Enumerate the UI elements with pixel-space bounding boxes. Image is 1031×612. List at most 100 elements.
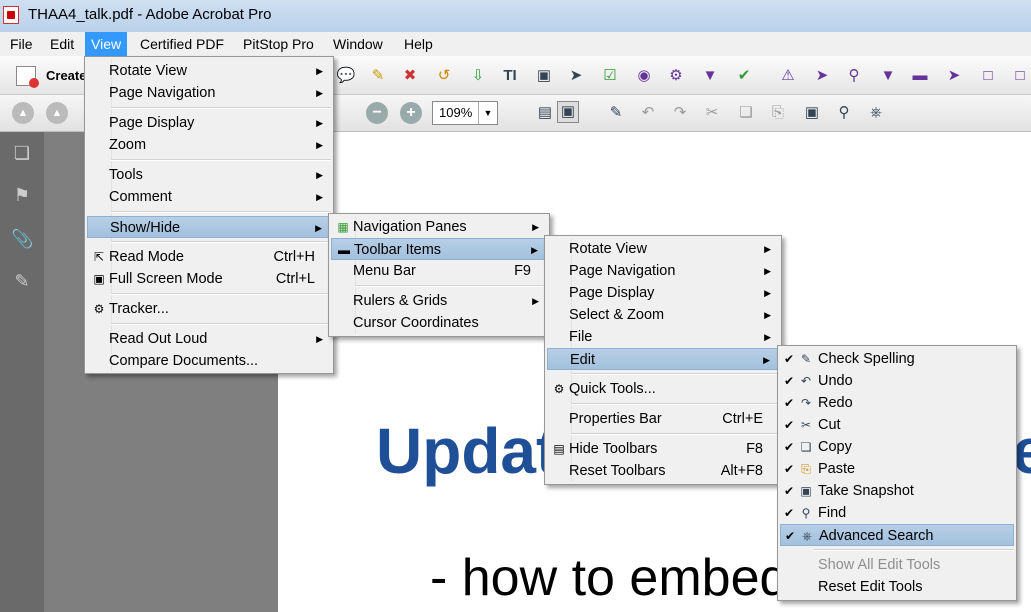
view-page-navigation[interactable]: Page Navigation ▶ — [87, 82, 331, 104]
checkbox-icon[interactable]: ☑ — [600, 66, 620, 86]
ruler-icon[interactable]: ▬ — [910, 66, 930, 86]
hide-toolbars-icon: ▤ — [553, 442, 565, 456]
advanced-search-icon[interactable]: ⎈ — [866, 103, 886, 123]
menu-file[interactable]: File — [4, 32, 39, 56]
view-tracker[interactable]: ⚙ Tracker... — [87, 298, 331, 320]
zoom-level-field[interactable]: 109% ▼ — [432, 101, 498, 125]
view-zoom[interactable]: Zoom ▶ — [87, 134, 331, 156]
create-pdf-icon — [16, 66, 39, 88]
view-read-mode[interactable]: ⇱ Read Mode Ctrl+H — [87, 246, 331, 268]
prev-page-icon[interactable]: ▲ — [46, 102, 68, 124]
view-read-out-loud[interactable]: Read Out Loud ▶ — [87, 328, 331, 350]
tbitems-select-zoom[interactable]: Select & Zoom ▶ — [547, 304, 779, 326]
tbitems-file[interactable]: File ▶ — [547, 326, 779, 348]
menu-separator — [111, 159, 331, 161]
showhide-rulers-grids[interactable]: Rulers & Grids ▶ — [331, 290, 547, 312]
showhide-cursor-coordinates[interactable]: Cursor Coordinates — [331, 312, 547, 334]
paste-icon[interactable]: ⎘ — [768, 103, 788, 123]
zoom-in-icon[interactable]: + — [400, 102, 422, 124]
first-page-icon[interactable]: ▲ — [12, 102, 34, 124]
fit-page-icon[interactable]: ▣ — [557, 101, 579, 123]
view-compare-documents[interactable]: Compare Documents... — [87, 350, 331, 372]
edit-check-spelling[interactable]: ✔ ✎ Check Spelling — [780, 348, 1014, 370]
arrow-tool-icon[interactable]: ➤ — [944, 66, 964, 86]
showhide-toolbar-items[interactable]: ▬ Toolbar Items ▶ — [331, 238, 547, 260]
insert-page-icon[interactable]: ⇩ — [468, 66, 488, 86]
create-button[interactable]: Create — [10, 62, 86, 90]
filter-icon[interactable]: ▼ — [700, 66, 720, 86]
pointer-icon[interactable]: ➤ — [812, 66, 832, 86]
view-comment[interactable]: Comment ▶ — [87, 186, 331, 208]
attachments-icon[interactable]: 📎 — [11, 228, 33, 250]
view-rotate-view[interactable]: Rotate View ▶ — [87, 60, 331, 82]
eyedropper-icon[interactable]: ▼ — [878, 66, 898, 86]
snapshot-icon[interactable]: ▣ — [802, 103, 822, 123]
submenu-arrow-icon: ▶ — [316, 66, 323, 76]
checkmark-icon: ✔ — [784, 396, 795, 410]
preflight-icon[interactable]: ✔ — [734, 66, 754, 86]
text-tool-icon[interactable]: TI — [500, 66, 520, 86]
select-arrow-icon[interactable]: ➤ — [566, 66, 586, 86]
menu-window[interactable]: Window — [327, 32, 389, 56]
show-hide-menu: ▦ Navigation Panes ▶ ▬ Toolbar Items ▶ Menu … — [328, 213, 550, 337]
showhide-menu-bar[interactable]: Menu Bar F9 — [331, 260, 547, 282]
bookmarks-icon[interactable]: ⚑ — [11, 184, 33, 206]
edit-redo[interactable]: ✔ ↷ Redo — [780, 392, 1014, 414]
edit-cut[interactable]: ✔ ✂ Cut — [780, 414, 1014, 436]
comment-icon[interactable]: 💬 — [336, 66, 356, 86]
pages-icon[interactable]: ❏ — [11, 142, 33, 164]
edit-advanced-search[interactable]: ✔ ⎈ Advanced Search — [780, 524, 1014, 546]
view-page-display[interactable]: Page Display ▶ — [87, 112, 331, 134]
signatures-icon[interactable]: ✎ — [11, 270, 33, 292]
delete-page-icon[interactable]: ✖ — [400, 66, 420, 86]
create-label: Create — [46, 68, 87, 83]
zoom-area-icon[interactable]: ⚲ — [844, 66, 864, 86]
edit-take-snapshot[interactable]: ✔ ▣ Take Snapshot — [780, 480, 1014, 502]
sticky-note-icon[interactable]: ✎ — [368, 66, 388, 86]
warning-icon[interactable]: ⚠ — [778, 66, 798, 86]
menu-help[interactable]: Help — [398, 32, 439, 56]
tbitems-edit[interactable]: Edit ▶ — [547, 348, 779, 370]
view-tools[interactable]: Tools ▶ — [87, 164, 331, 186]
menu-bar: File Edit View Certified PDF PitStop Pro… — [0, 32, 1031, 56]
zoom-out-icon[interactable]: − — [366, 102, 388, 124]
tbitems-reset-toolbars[interactable]: Reset Toolbars Alt+F8 — [547, 460, 779, 482]
copy-icon[interactable]: ❏ — [736, 103, 756, 123]
tbitems-page-display[interactable]: Page Display ▶ — [547, 282, 779, 304]
edit-find[interactable]: ✔ ⚲ Find — [780, 502, 1014, 524]
crop-icon[interactable]: □ — [1010, 66, 1030, 86]
checkmark-icon: ✔ — [784, 352, 795, 366]
view-show-hide[interactable]: Show/Hide ▶ — [87, 216, 331, 238]
submenu-arrow-icon: ▶ — [764, 288, 771, 298]
menu-pitstop-pro[interactable]: PitStop Pro — [237, 32, 320, 56]
tbitems-rotate-view[interactable]: Rotate View ▶ — [547, 238, 779, 260]
showhide-navigation-panes[interactable]: ▦ Navigation Panes ▶ — [331, 216, 547, 238]
edit-copy[interactable]: ✔ ❏ Copy — [780, 436, 1014, 458]
cut-icon[interactable]: ✂ — [702, 103, 722, 123]
redo-icon[interactable]: ↷ — [670, 103, 690, 123]
edit-paste[interactable]: ✔ ⎘ Paste — [780, 458, 1014, 480]
menu-certified-pdf[interactable]: Certified PDF — [134, 32, 230, 56]
menu-view[interactable]: View — [85, 32, 128, 56]
extract-page-icon[interactable]: ↺ — [434, 66, 454, 86]
tbitems-properties-bar[interactable]: Properties Bar Ctrl+E — [547, 408, 779, 430]
spell-check-icon[interactable]: ✎ — [606, 103, 626, 123]
submenu-arrow-icon: ▶ — [316, 140, 323, 150]
find-icon[interactable]: ⚲ — [834, 103, 854, 123]
undo-icon[interactable]: ↶ — [638, 103, 658, 123]
menu-edit[interactable]: Edit — [44, 32, 80, 56]
fit-width-icon[interactable]: ▤ — [535, 103, 555, 123]
globe-icon[interactable]: ◉ — [634, 66, 654, 86]
tbitems-hide-toolbars[interactable]: ▤ Hide Toolbars F8 — [547, 438, 779, 460]
settings-icon[interactable]: ⚙ — [666, 66, 686, 86]
checkmark-icon: ✔ — [784, 440, 795, 454]
tbitems-page-navigation[interactable]: Page Navigation ▶ — [547, 260, 779, 282]
view-full-screen-mode[interactable]: ▣ Full Screen Mode Ctrl+L — [87, 268, 331, 290]
chevron-down-icon[interactable]: ▼ — [478, 102, 497, 124]
tbitems-quick-tools[interactable]: ⚙ Quick Tools... — [547, 378, 779, 400]
edit-undo[interactable]: ✔ ↶ Undo — [780, 370, 1014, 392]
object-tool-icon[interactable]: ▣ — [534, 66, 554, 86]
marquee-icon[interactable]: □ — [978, 66, 998, 86]
edit-reset-edit-tools[interactable]: Reset Edit Tools — [780, 576, 1014, 598]
search-icon: ⚲ — [801, 506, 811, 520]
